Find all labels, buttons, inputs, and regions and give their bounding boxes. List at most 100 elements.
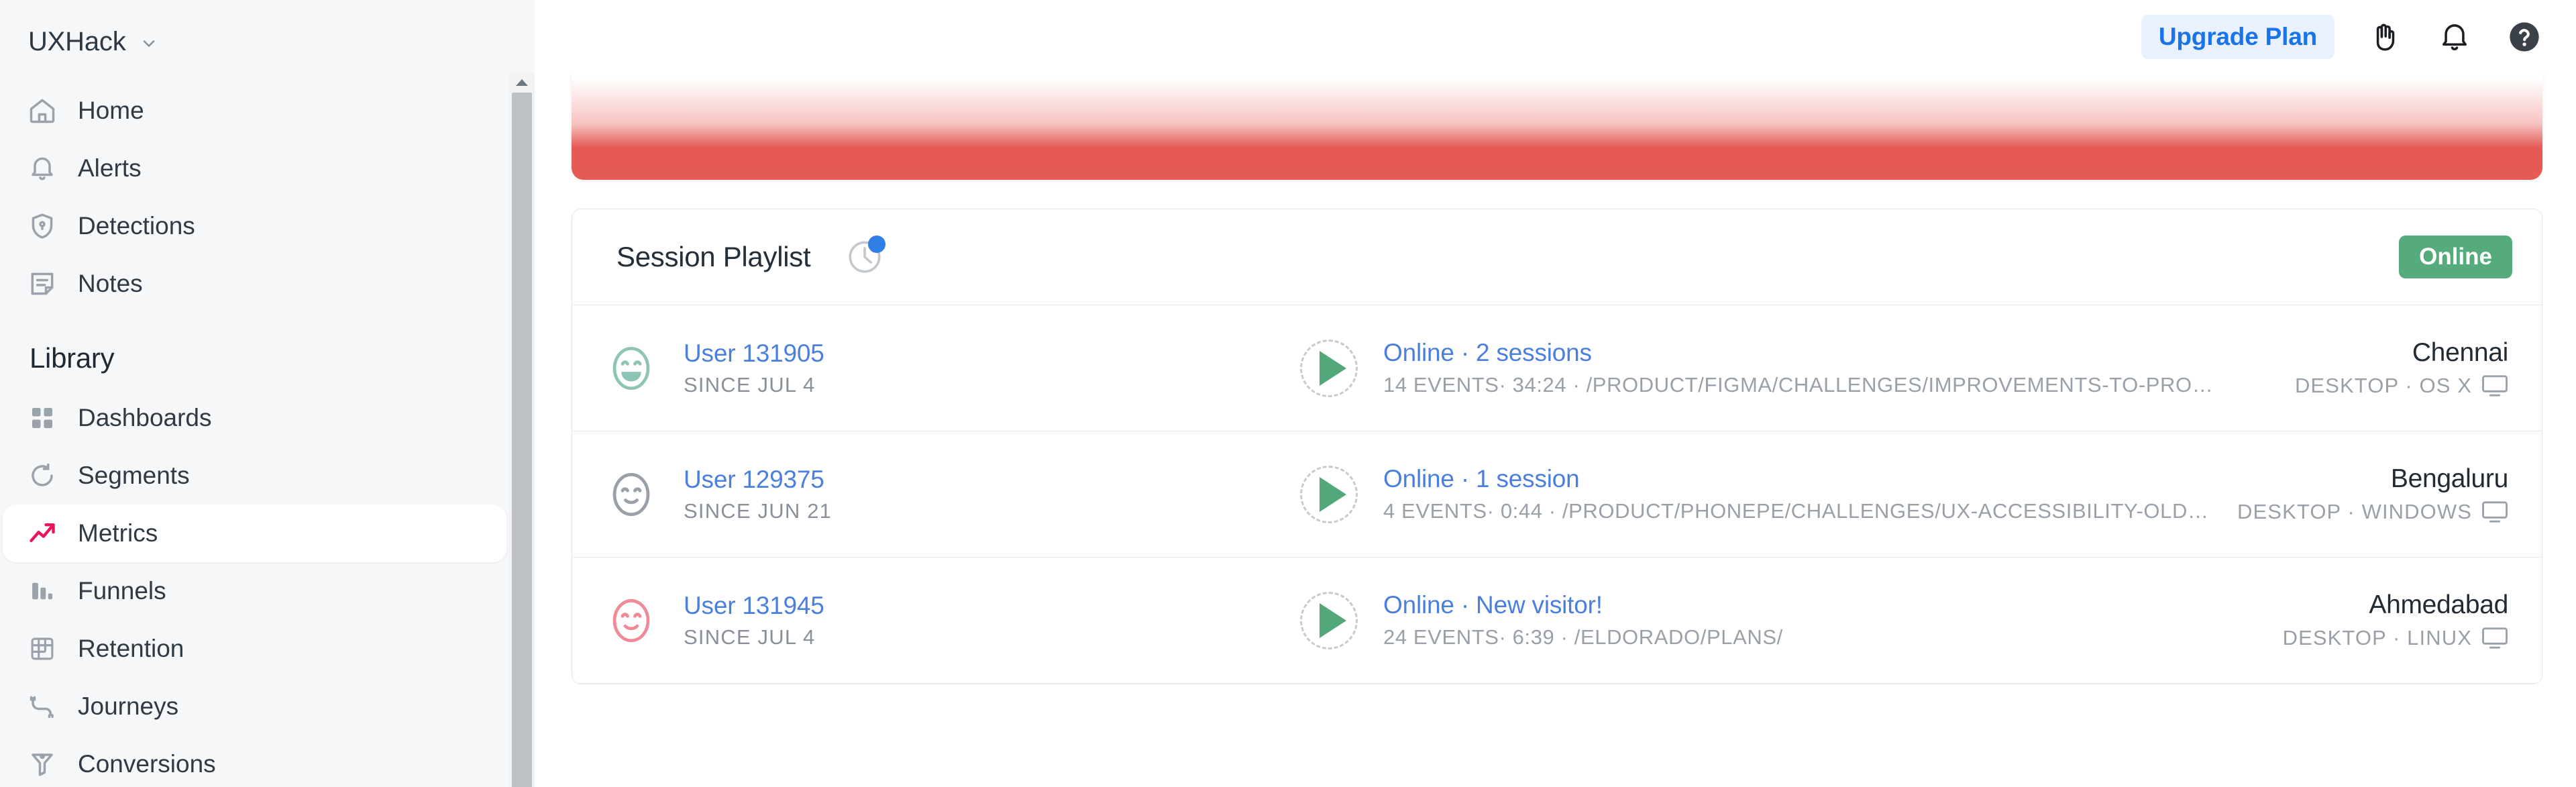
location-city: Bengaluru — [2390, 464, 2508, 493]
help-circle-icon[interactable] — [2505, 17, 2544, 56]
row-user-cell: User 129375 SINCE JUN 21 — [572, 466, 1300, 523]
sidebar-item-label: Alerts — [78, 154, 142, 182]
row-session-cell: Online · 1 session 4 EVENTS· 0:44 · /PRO… — [1300, 465, 2237, 523]
bell-icon[interactable] — [2435, 17, 2474, 56]
location-device: DESKTOP · LINUX — [2283, 626, 2508, 650]
sidebar-item-alerts[interactable]: Alerts — [0, 140, 523, 197]
sidebar-item-label: Detections — [78, 212, 195, 240]
user-since: SINCE JUL 4 — [684, 372, 816, 397]
session-status: Online — [1383, 591, 1454, 619]
sidebar-item-label: Journeys — [78, 692, 179, 720]
note-icon — [27, 268, 58, 299]
session-detail: New visitor! — [1476, 591, 1603, 619]
sidebar-item-metrics[interactable]: Metrics — [3, 505, 506, 562]
monitor-icon — [2482, 501, 2508, 523]
sidebar-item-dashboards[interactable]: Dashboards — [0, 389, 523, 447]
sidebar-item-notes[interactable]: Notes — [0, 255, 523, 313]
row-session-cell: Online · 2 sessions 14 EVENTS· 34:24 · /… — [1300, 339, 2295, 397]
row-location-cell: Bengaluru DESKTOP · WINDOWS — [2237, 464, 2512, 524]
sidebar-item-label: Dashboards — [78, 404, 212, 431]
home-icon — [27, 95, 58, 126]
sidebar-item-segments[interactable]: Segments — [0, 447, 523, 505]
app-root: UXHack Home Alerts Detections Notes Libr… — [0, 0, 2576, 787]
session-status: Online — [1383, 339, 1454, 366]
row-user-lines: User 131905 SINCE JUL 4 — [684, 339, 824, 397]
play-button[interactable] — [1300, 465, 1358, 523]
user-link[interactable]: User 131945 — [684, 592, 824, 620]
sidebar-item-journeys[interactable]: Journeys — [0, 678, 523, 735]
sidebar-scrollbar[interactable] — [509, 72, 535, 787]
sidebar-item-label: Metrics — [78, 519, 158, 547]
sidebar-scrollbar-thumb[interactable] — [512, 93, 532, 787]
org-switcher[interactable]: UXHack — [0, 0, 535, 64]
play-button[interactable] — [1300, 591, 1358, 649]
row-user-lines: User 129375 SINCE JUN 21 — [684, 466, 832, 523]
session-meta: 4 EVENTS· 0:44 · /PRODUCT/PHONEPE/CHALLE… — [1383, 499, 2209, 523]
location-device: DESKTOP · WINDOWS — [2237, 500, 2508, 524]
conversions-icon — [27, 749, 58, 780]
row-session-lines: Online · 1 session 4 EVENTS· 0:44 · /PRO… — [1383, 465, 2209, 523]
sidebar-section-library: Library — [30, 342, 115, 374]
face-neutral-icon — [606, 469, 657, 520]
shield-lock-icon — [27, 211, 58, 242]
device-label: DESKTOP · OS X — [2294, 374, 2472, 397]
row-user-cell: User 131945 SINCE JUL 4 — [572, 592, 1300, 649]
funnel-bars-icon — [27, 576, 58, 607]
clock-icon[interactable] — [845, 235, 886, 276]
status-badge[interactable]: Online — [2399, 235, 2512, 278]
sidebar-item-label: Retention — [78, 635, 184, 662]
sidebar-item-funnels[interactable]: Funnels — [0, 562, 523, 620]
sidebar-item-label: Notes — [78, 270, 143, 297]
location-device: DESKTOP · OS X — [2295, 374, 2508, 398]
page-title: Session Playlist — [616, 241, 811, 272]
upgrade-plan-button[interactable]: Upgrade Plan — [2141, 15, 2334, 59]
sidebar-item-label: Funnels — [78, 577, 166, 605]
refresh-circle-icon — [27, 460, 58, 491]
location-city: Ahmedabad — [2369, 590, 2508, 619]
table-row[interactable]: User 131905 SINCE JUL 4 Online · 2 sessi… — [572, 305, 2542, 431]
user-since: SINCE JUN 21 — [684, 499, 833, 523]
device-label: DESKTOP · WINDOWS — [2237, 500, 2472, 523]
session-title[interactable]: Online · 2 sessions — [1383, 339, 2213, 367]
session-detail: 2 sessions — [1476, 339, 1592, 366]
hand-icon[interactable] — [2365, 17, 2404, 56]
user-link[interactable]: User 129375 — [684, 466, 832, 494]
table-row[interactable]: User 129375 SINCE JUN 21 Online · 1 sess… — [572, 431, 2542, 558]
play-icon — [1320, 350, 1346, 386]
sidebar: UXHack Home Alerts Detections Notes Libr… — [0, 0, 535, 787]
primary-nav: Home Alerts Detections Notes Library Das… — [0, 64, 535, 787]
sidebar-item-detections[interactable]: Detections — [0, 197, 523, 255]
sidebar-item-home[interactable]: Home — [0, 82, 523, 140]
user-link[interactable]: User 131905 — [684, 339, 824, 368]
table-row[interactable]: User 131945 SINCE JUL 4 Online · New vis… — [572, 558, 2542, 684]
session-meta: 14 EVENTS· 34:24 · /PRODUCT/FIGMA/CHALLE… — [1383, 373, 2214, 397]
row-user-lines: User 131945 SINCE JUL 4 — [684, 592, 824, 649]
session-title[interactable]: Online · 1 session — [1383, 465, 2209, 493]
session-title[interactable]: Online · New visitor! — [1383, 591, 1783, 619]
retention-grid-icon — [27, 633, 58, 664]
row-session-cell: Online · New visitor! 24 EVENTS· 6:39 · … — [1300, 591, 2283, 649]
sidebar-item-label: Home — [78, 97, 144, 124]
row-location-cell: Ahmedabad DESKTOP · LINUX — [2283, 590, 2512, 650]
trending-up-icon — [27, 518, 58, 549]
journeys-icon — [27, 691, 58, 722]
sidebar-item-retention[interactable]: Retention — [0, 620, 523, 678]
session-detail: 1 session — [1476, 465, 1580, 492]
chevron-down-icon[interactable] — [140, 34, 158, 53]
scroll-up-arrow-icon[interactable] — [509, 74, 535, 91]
row-session-lines: Online · New visitor! 24 EVENTS· 6:39 · … — [1383, 591, 1783, 649]
org-name: UXHack — [28, 26, 126, 56]
sidebar-item-label: Conversions — [78, 750, 216, 778]
top-bar: Upgrade Plan — [535, 0, 2576, 74]
location-city: Chennai — [2412, 338, 2508, 367]
play-icon — [1320, 602, 1346, 638]
session-meta: 24 EVENTS· 6:39 · /ELDORADO/PLANS/ — [1383, 625, 1783, 649]
session-status: Online — [1383, 465, 1454, 492]
monitor-icon — [2482, 627, 2508, 649]
row-session-lines: Online · 2 sessions 14 EVENTS· 34:24 · /… — [1383, 339, 2213, 397]
sidebar-item-conversions[interactable]: Conversions — [0, 735, 523, 787]
session-playlist-header: Session Playlist Online — [572, 209, 2542, 305]
sidebar-item-label: Segments — [78, 462, 190, 489]
main-content: Upgrade Plan Session Playlist Online Use… — [535, 0, 2576, 787]
play-button[interactable] — [1300, 339, 1358, 397]
